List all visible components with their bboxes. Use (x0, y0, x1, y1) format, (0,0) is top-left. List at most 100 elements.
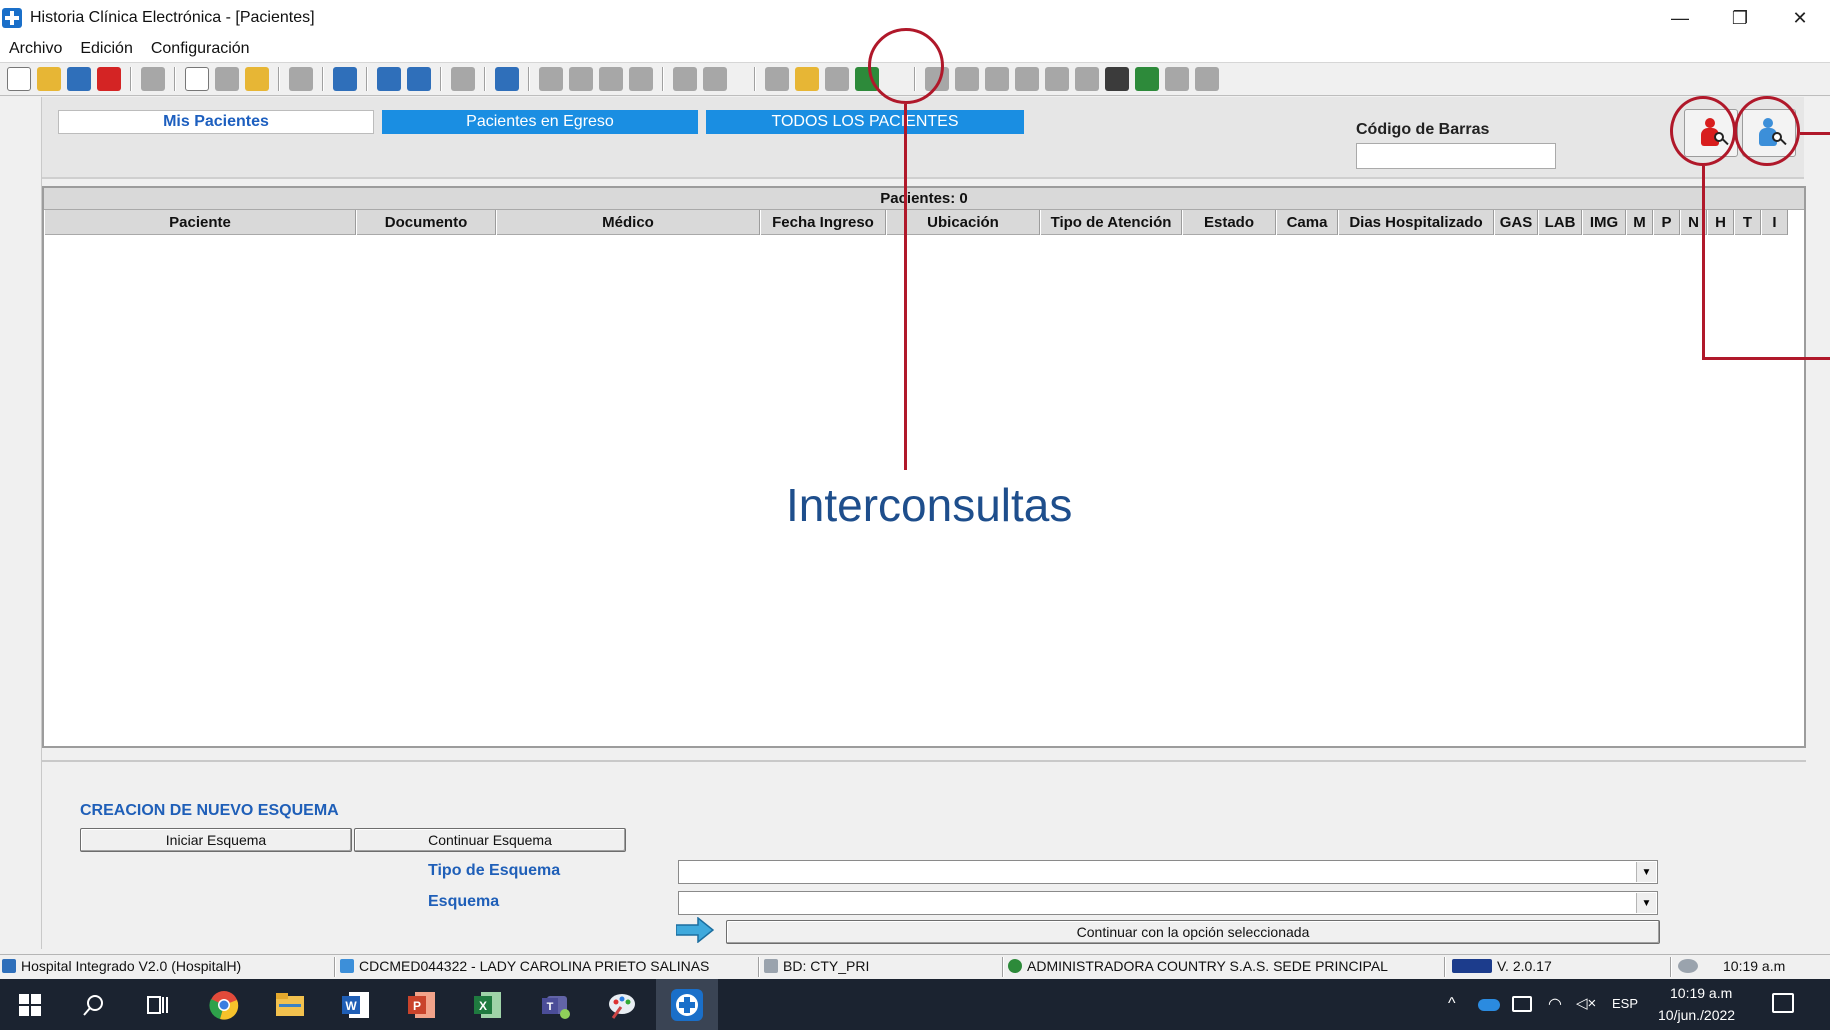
column-header[interactable]: Tipo de Atención (1040, 210, 1182, 235)
open-folder-icon[interactable] (37, 67, 61, 91)
save-icon[interactable] (67, 67, 91, 91)
column-header[interactable]: Cama (1276, 210, 1338, 235)
hand-icon[interactable] (569, 67, 593, 91)
status-clock: 10:19 a.m (1678, 958, 1785, 974)
find-icon[interactable] (289, 67, 313, 91)
tool-icon[interactable] (1015, 67, 1039, 91)
start-schema-button[interactable]: Iniciar Esquema (80, 828, 352, 852)
hce-app-taskbar-icon[interactable] (656, 979, 718, 1030)
continue-schema-button[interactable]: Continuar Esquema (354, 828, 626, 852)
tray-app-icon[interactable] (1512, 996, 1532, 1012)
window-controls: — ❐ ✕ (1650, 0, 1830, 36)
search-icon[interactable] (78, 989, 110, 1021)
windows-start-icon[interactable] (14, 989, 46, 1021)
teams-icon[interactable]: T (540, 989, 572, 1021)
column-header[interactable]: M (1626, 210, 1653, 235)
taskbar-date[interactable]: 10/jun./2022 (1658, 1007, 1735, 1023)
menu-edicion[interactable]: Edición (71, 40, 141, 58)
print-icon[interactable] (141, 67, 165, 91)
taskbar-time[interactable]: 10:19 a.m (1670, 985, 1732, 1001)
excel-icon[interactable]: X (472, 989, 504, 1021)
file-explorer-icon[interactable] (274, 989, 306, 1021)
patient-gray-icon[interactable] (539, 67, 563, 91)
column-header[interactable]: Dias Hospitalizado (1338, 210, 1494, 235)
menu-archivo[interactable]: Archivo (0, 40, 71, 58)
language-indicator[interactable]: ESP (1612, 996, 1638, 1011)
circle-icon[interactable] (825, 67, 849, 91)
column-header[interactable]: Estado (1182, 210, 1276, 235)
tab-pacientes-egreso[interactable]: Pacientes en Egreso (382, 110, 698, 134)
copy-icon[interactable] (185, 67, 209, 91)
move-in-icon[interactable] (377, 67, 401, 91)
chevron-down-icon[interactable]: ▼ (1636, 862, 1656, 882)
book-icon[interactable] (703, 67, 727, 91)
status-time-text: 10:19 a.m (1723, 958, 1786, 974)
erase-icon[interactable] (673, 67, 697, 91)
volume-icon[interactable]: ◁× (1576, 994, 1596, 1012)
group-icon[interactable] (795, 67, 819, 91)
tool-icon[interactable] (955, 67, 979, 91)
column-header[interactable]: Médico (496, 210, 760, 235)
annotation-circle (1670, 96, 1736, 166)
schema-select[interactable]: ▼ (678, 891, 1658, 915)
column-header[interactable]: P (1653, 210, 1680, 235)
tool-icon[interactable] (1195, 67, 1219, 91)
record-icon[interactable] (1075, 67, 1099, 91)
column-header[interactable]: Ubicación (886, 210, 1040, 235)
patient-icon[interactable] (495, 67, 519, 91)
continue-selected-option-button[interactable]: Continuar con la opción seleccionada (726, 920, 1660, 944)
wifi-icon[interactable]: ◠ (1548, 994, 1562, 1014)
svg-text:X: X (479, 999, 487, 1013)
notifications-icon[interactable] (1772, 993, 1794, 1013)
close-button[interactable]: ✕ (1770, 0, 1830, 36)
column-header[interactable]: IMG (1582, 210, 1626, 235)
minimize-button[interactable]: — (1650, 0, 1710, 36)
move-out-icon[interactable] (407, 67, 431, 91)
column-header[interactable]: Fecha Ingreso (760, 210, 886, 235)
column-header[interactable]: GAS (1494, 210, 1538, 235)
document-icon[interactable] (765, 67, 789, 91)
onedrive-icon[interactable] (1478, 999, 1500, 1011)
tab-todos-pacientes[interactable]: TODOS LOS PACIENTES (706, 110, 1024, 134)
barcode-input[interactable] (1356, 143, 1556, 169)
status-db: BD: CTY_PRI (764, 958, 869, 974)
refresh-icon[interactable] (333, 67, 357, 91)
edit-icon[interactable] (629, 67, 653, 91)
status-user: CDCMED044322 - LADY CAROLINA PRIETO SALI… (340, 958, 709, 974)
column-header[interactable]: Documento (356, 210, 496, 235)
window-icon[interactable] (451, 67, 475, 91)
column-header[interactable]: I (1761, 210, 1788, 235)
task-view-icon[interactable] (142, 989, 174, 1021)
annotation-circle (868, 28, 944, 104)
restore-button[interactable]: ❐ (1710, 0, 1770, 36)
window-title: Historia Clínica Electrónica - [Paciente… (30, 9, 315, 26)
tool-icon[interactable] (985, 67, 1009, 91)
column-header[interactable]: LAB (1538, 210, 1582, 235)
excel-icon[interactable] (1135, 67, 1159, 91)
database-icon (764, 959, 778, 973)
word-icon[interactable]: W (340, 989, 372, 1021)
delete-icon[interactable] (97, 67, 121, 91)
chevron-down-icon[interactable]: ▼ (1636, 893, 1656, 913)
column-header[interactable]: H (1707, 210, 1734, 235)
powerpoint-icon[interactable]: P (406, 989, 438, 1021)
cut-icon[interactable] (215, 67, 239, 91)
chrome-icon[interactable] (208, 989, 240, 1021)
status-divider (334, 957, 336, 977)
schema-type-select[interactable]: ▼ (678, 860, 1658, 884)
pill-icon[interactable] (1105, 67, 1129, 91)
tool-icon[interactable] (1045, 67, 1069, 91)
status-version: V. 2.0.17 (1452, 958, 1552, 974)
cloud-icon[interactable] (599, 67, 623, 91)
tab-mis-pacientes[interactable]: Mis Pacientes (58, 110, 374, 134)
column-header[interactable]: Paciente (44, 210, 356, 235)
column-header[interactable]: T (1734, 210, 1761, 235)
tray-chevron-icon[interactable]: ^ (1448, 995, 1456, 1013)
toolbar-separator (754, 67, 756, 91)
new-document-icon[interactable] (7, 67, 31, 91)
tool-icon[interactable] (1165, 67, 1189, 91)
arrow-right-icon (676, 917, 714, 943)
menu-configuracion[interactable]: Configuración (142, 40, 259, 58)
paint-icon[interactable] (606, 989, 638, 1021)
paste-icon[interactable] (245, 67, 269, 91)
